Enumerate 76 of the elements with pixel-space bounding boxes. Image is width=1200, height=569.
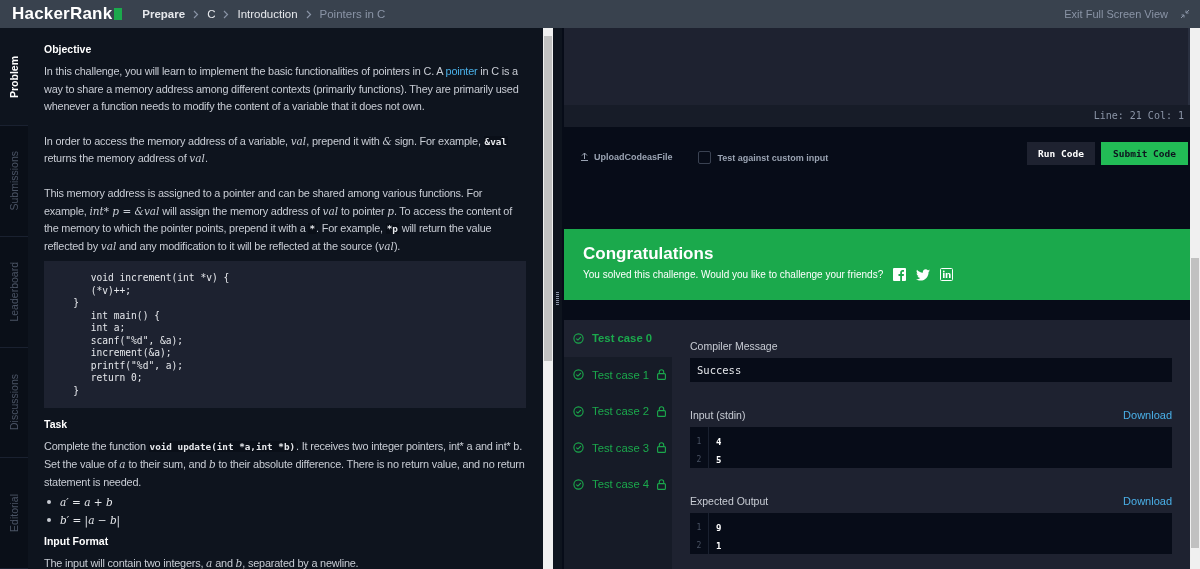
breadcrumb-link[interactable]: Pointers in C <box>319 8 386 20</box>
logo-mark-icon <box>114 8 123 20</box>
checkbox[interactable] <box>697 151 711 164</box>
test-case-tab[interactable]: Test case 0 <box>564 320 672 357</box>
code-line: increment(&a); <box>89 347 173 360</box>
lock-icon <box>657 405 667 417</box>
banner-message: You solved this challenge. Would you like to challenge your friends? <box>583 269 884 280</box>
line-number: 1 <box>695 522 703 534</box>
check-circle-icon <box>573 369 584 381</box>
line-number: 2 <box>695 454 703 466</box>
line-number: 1 <box>695 436 703 448</box>
check-circle-icon <box>573 442 584 454</box>
line-number: 2 <box>695 540 703 552</box>
output-line: 9 <box>716 522 722 535</box>
code-line: } <box>72 297 81 310</box>
run-button[interactable]: Run Code <box>1027 142 1095 165</box>
breadcrumb-link[interactable]: Introduction <box>237 8 298 20</box>
code-line: return 0; <box>89 372 144 385</box>
chevron-icon <box>305 9 312 19</box>
paragraph-text: The input will contain two integers, a and b, separated by a newline. <box>44 556 360 569</box>
test-case-tab[interactable]: Test case 3 <box>564 429 672 466</box>
checkbox-label: Test against custom input <box>717 152 829 163</box>
logo-text[interactable]: HackerRank <box>12 4 113 24</box>
code-line: (*v)++; <box>89 284 133 298</box>
lock-icon <box>657 369 667 381</box>
formula-item: b′ = |a − b| <box>44 511 526 530</box>
collapse-icon[interactable] <box>1180 9 1190 19</box>
submit-button[interactable]: Submit Code <box>1101 142 1188 165</box>
download-link[interactable]: Download <box>1123 494 1172 507</box>
pointer-link[interactable]: pointer <box>445 65 478 77</box>
code-line: int a; <box>89 322 127 335</box>
field-label: Compiler Message <box>690 339 778 352</box>
exit-full-screen-link[interactable]: Exit Full Screen View <box>1064 8 1168 20</box>
paragraph-text: In order to access the memory address of a variable, val, prepend it with & sign. For example, &val returns the memory address of val. <box>44 133 509 167</box>
scrollbar[interactable] <box>1190 28 1200 569</box>
check-circle-icon <box>573 405 584 417</box>
paragraph-text: Complete the function void update(int *a,int *b). It receives two integer pointers, int* a and int* b. Set the value of a to their sum, and b to their absolute difference. There is no return value, and no return statement is needed. <box>44 439 526 490</box>
chevron-icon <box>193 9 200 19</box>
code-line: scanf("%d", &a); <box>89 334 185 348</box>
paragraph-text: In this challenge, you will learn to implement the basic functionalities of pointers in C. A pointer in C is a way to share a memory address among different contexts (primarily functions). They are primarily used whenever a function needs to modify the content of a variable that it does not own. <box>44 64 520 115</box>
side-tab[interactable]: Problem <box>0 28 28 127</box>
breadcrumb-link[interactable]: Prepare <box>142 8 186 20</box>
output-line: 4 <box>716 436 722 449</box>
section-heading: Input Format <box>44 534 110 550</box>
field-label: Expected Output <box>690 494 769 507</box>
facebook-icon[interactable] <box>893 268 907 281</box>
code-line: void increment(int *v) { <box>89 272 231 285</box>
editor-status-text: Line: 21 Col: 1 <box>564 105 1190 127</box>
paragraph-text: This memory address is assigned to a pointer and can be shared among various functions. For example, int* p = &val will assign the memory address of val to pointer p. To access the content of the memory to which the pointer points, prepend it with a *. For example, *p will return the value reflected by val and any modification to it will be reflected at the source (val). <box>44 185 514 254</box>
test-case-tab[interactable]: Test case 2 <box>564 393 672 430</box>
download-link[interactable]: Download <box>1123 408 1172 421</box>
compiler-message: Success <box>690 358 1172 382</box>
section-heading: Task <box>44 417 69 433</box>
lock-icon <box>657 442 667 454</box>
linkedin-icon[interactable] <box>940 268 954 281</box>
formula-item: a′ = a + b <box>44 493 526 512</box>
chevron-icon <box>223 9 230 19</box>
code-line: } <box>72 384 81 398</box>
upload-icon <box>580 152 589 162</box>
test-case-tab[interactable]: Test case 4 <box>564 466 672 503</box>
code-line: printf("%d", a); <box>89 359 185 373</box>
code-editor[interactable] <box>564 28 1190 105</box>
test-case-tab[interactable]: Test case 1 <box>564 356 672 393</box>
lock-icon <box>657 478 667 490</box>
upload-link[interactable]: UploadCodeasFile <box>580 152 673 162</box>
output-line: 1 <box>716 540 722 553</box>
section-heading: Objective <box>44 42 93 57</box>
code-line: int main() { <box>89 309 161 323</box>
output-line: 5 <box>716 454 722 467</box>
field-label: Input (stdin) <box>690 408 746 421</box>
check-circle-icon <box>573 478 584 490</box>
twitter-icon[interactable] <box>916 268 931 281</box>
scrollbar[interactable] <box>543 28 553 569</box>
check-circle-icon <box>573 332 584 344</box>
banner-title: Congratulations <box>583 244 715 264</box>
breadcrumb-link[interactable]: C <box>207 8 216 20</box>
